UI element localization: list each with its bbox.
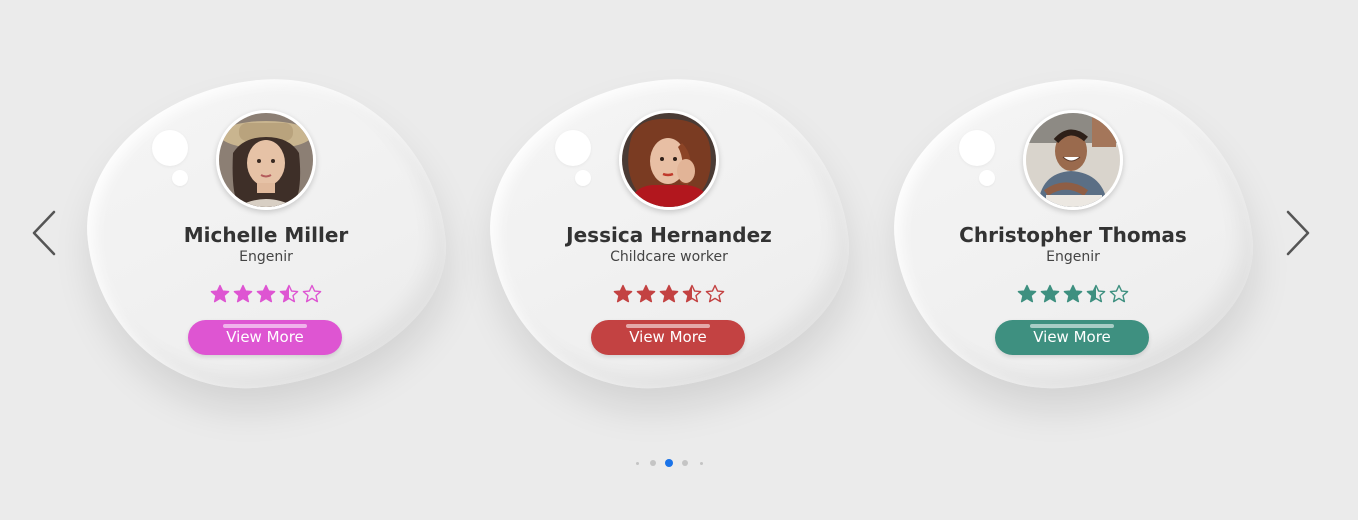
star-rating <box>88 284 444 304</box>
view-more-button[interactable]: View More <box>591 320 745 355</box>
user-avatar-photo <box>1026 113 1120 207</box>
star-full-icon <box>1040 284 1060 303</box>
profile-card: Michelle Miller Engenir View More <box>72 62 460 404</box>
star-half-icon <box>682 284 702 303</box>
star-rating <box>895 284 1251 304</box>
star-full-icon <box>1017 284 1037 303</box>
prev-arrow-button[interactable] <box>30 209 60 257</box>
view-more-label: View More <box>629 328 707 346</box>
pagination-dot[interactable] <box>635 461 639 465</box>
chevron-right-icon <box>1286 210 1310 256</box>
profile-card: Jessica Hernandez Childcare worker View … <box>475 62 863 404</box>
testimonial-carousel: Michelle Miller Engenir View More Jessic… <box>0 0 1358 520</box>
decorative-bubble <box>172 170 188 186</box>
pagination-dot[interactable] <box>699 461 703 465</box>
avatar <box>216 110 316 210</box>
pagination-dot[interactable] <box>682 460 688 466</box>
decorative-bubble <box>959 130 995 166</box>
view-more-label: View More <box>226 328 304 346</box>
star-empty-icon <box>705 284 725 303</box>
profile-name: Michelle Miller <box>183 223 349 247</box>
chevron-left-icon <box>32 210 56 256</box>
view-more-button[interactable]: View More <box>995 320 1149 355</box>
decorative-bubble <box>979 170 995 186</box>
user-avatar-photo <box>219 113 313 207</box>
pagination-dots <box>629 458 709 468</box>
star-empty-icon <box>1109 284 1129 303</box>
user-avatar-photo <box>622 113 716 207</box>
view-more-button[interactable]: View More <box>188 320 342 355</box>
profile-name: Jessica Hernandez <box>566 223 772 247</box>
star-full-icon <box>636 284 656 303</box>
avatar <box>1023 110 1123 210</box>
pagination-dot-active[interactable] <box>665 459 673 467</box>
profile-role: Engenir <box>1046 249 1100 265</box>
avatar <box>619 110 719 210</box>
profile-role: Engenir <box>239 249 293 265</box>
view-more-label: View More <box>1033 328 1111 346</box>
next-arrow-button[interactable] <box>1282 209 1312 257</box>
star-full-icon <box>256 284 276 303</box>
decorative-bubble <box>575 170 591 186</box>
profile-role: Childcare worker <box>610 249 728 265</box>
star-half-icon <box>1086 284 1106 303</box>
profile-name: Christopher Thomas <box>959 223 1187 247</box>
star-empty-icon <box>302 284 322 303</box>
star-full-icon <box>613 284 633 303</box>
star-rating <box>491 284 847 304</box>
profile-card: Christopher Thomas Engenir View More <box>879 62 1267 404</box>
star-full-icon <box>210 284 230 303</box>
pagination-dot[interactable] <box>650 460 656 466</box>
star-half-icon <box>279 284 299 303</box>
star-full-icon <box>233 284 253 303</box>
star-full-icon <box>659 284 679 303</box>
decorative-bubble <box>152 130 188 166</box>
star-full-icon <box>1063 284 1083 303</box>
decorative-bubble <box>555 130 591 166</box>
